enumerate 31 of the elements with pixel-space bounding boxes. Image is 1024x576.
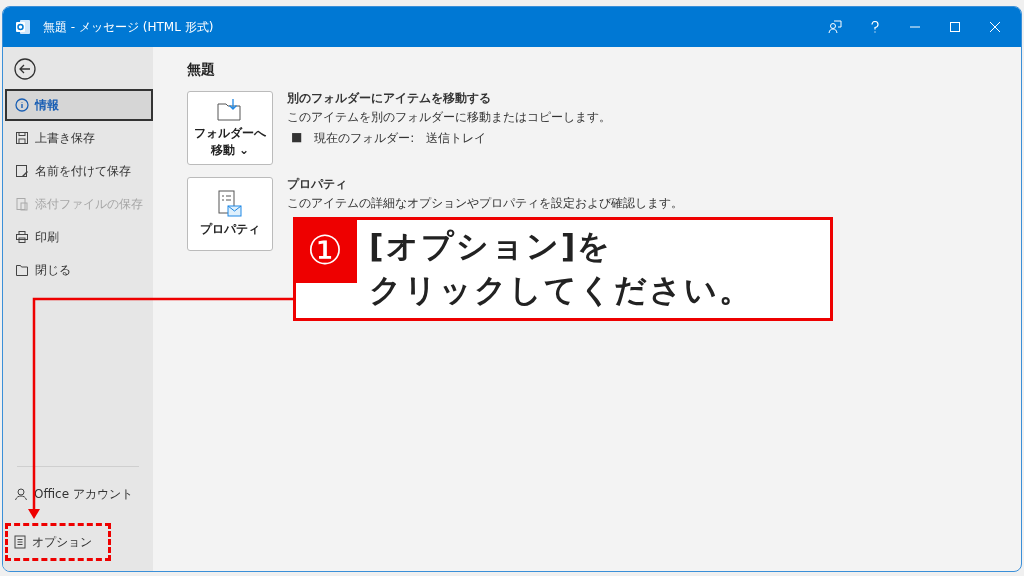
paperclip-document-icon <box>15 197 29 211</box>
printer-icon <box>15 230 29 244</box>
section-title: プロパティ <box>287 177 348 192</box>
sidebar-item[interactable]: Office アカウント <box>5 475 141 513</box>
list-document-icon <box>14 535 26 549</box>
mail-app-logo-icon <box>15 19 31 35</box>
action-button[interactable]: プロパティ <box>187 177 273 251</box>
page-heading: 無題 <box>187 61 216 79</box>
sidebar-item[interactable]: 名前を付けて保存 <box>5 155 153 187</box>
bullet-text: 現在のフォルダー: 送信トレイ <box>314 130 487 147</box>
floppy-pen-icon <box>15 164 29 178</box>
section-title: 別のフォルダーにアイテムを移動する <box>287 91 492 106</box>
back-arrow-icon[interactable] <box>13 57 37 81</box>
person-icon <box>14 487 28 501</box>
info-icon <box>15 98 29 112</box>
sidebar-item[interactable]: オプション <box>5 523 111 561</box>
action-button[interactable]: フォルダーへ移動 ⌄ <box>187 91 273 165</box>
sidebar-item[interactable]: 上書き保存 <box>5 122 153 154</box>
sidebar-item[interactable]: 閉じる <box>5 254 153 286</box>
sidebar-item[interactable]: 情報 <box>5 89 153 121</box>
window-title: 無題 - メッセージ (HTML 形式) <box>43 18 215 36</box>
section-description: このアイテムの詳細なオプションやプロパティを設定および確認します。 <box>287 195 683 212</box>
step-number: ① <box>293 217 357 283</box>
section-description: このアイテムを別のフォルダーに移動またはコピーします。 <box>287 109 611 126</box>
callout-text: クリックしてください。 <box>369 270 753 311</box>
folder-icon <box>15 263 29 277</box>
document-envelope-icon <box>217 190 243 218</box>
sidebar-item[interactable]: 印刷 <box>5 221 153 253</box>
folder-arrow-icon <box>217 97 243 122</box>
bullet-mark: ■ <box>291 130 303 146</box>
callout-text: [オプション]を <box>369 226 614 267</box>
